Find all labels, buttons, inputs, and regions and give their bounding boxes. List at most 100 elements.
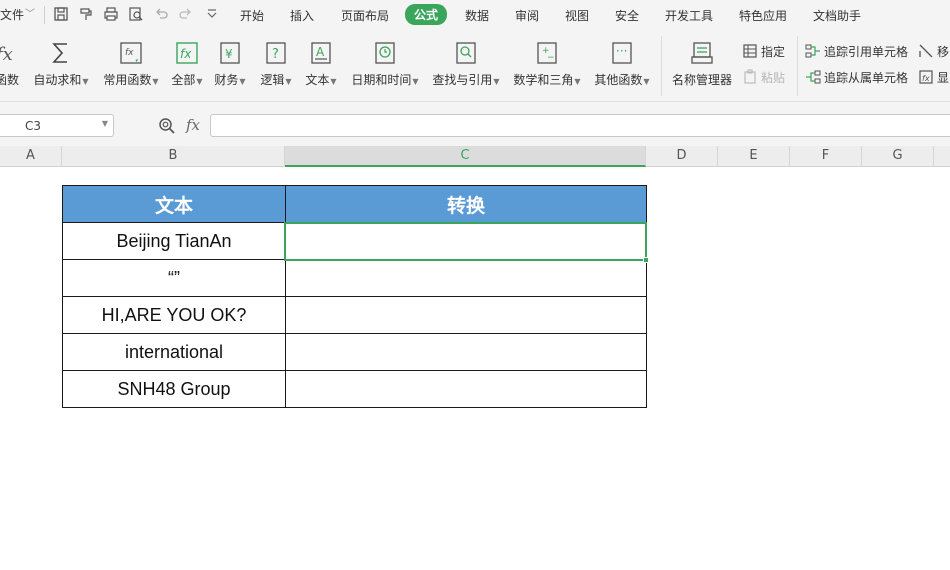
- table-cell[interactable]: [285, 370, 647, 408]
- tab-data[interactable]: 数据: [465, 7, 489, 24]
- more-book-icon: ···: [612, 42, 632, 64]
- undo-icon[interactable]: [153, 6, 169, 22]
- date-time-button[interactable]: 日期和时间▼: [349, 40, 421, 88]
- trace-dependents-icon: [806, 70, 821, 84]
- column-header-b[interactable]: B: [62, 146, 285, 167]
- name-manager-button[interactable]: 名称管理器: [671, 40, 733, 88]
- header-cell-convert[interactable]: 转换: [285, 185, 647, 223]
- table-cell[interactable]: [285, 259, 647, 297]
- column-header-e[interactable]: E: [718, 146, 790, 167]
- table-cell[interactable]: [285, 296, 647, 334]
- all-functions-button[interactable]: fx 全部▼: [170, 40, 204, 88]
- svg-text:A: A: [316, 45, 325, 59]
- column-header-bar: A B C D E F G: [0, 146, 950, 167]
- table-cell[interactable]: [285, 222, 647, 260]
- table-cell[interactable]: [285, 333, 647, 371]
- print-preview-icon[interactable]: [128, 6, 144, 22]
- table-cell[interactable]: HI,ARE YOU OK?: [62, 296, 286, 334]
- text-book-icon: A: [311, 42, 331, 64]
- table-cell[interactable]: Beijing TianAn: [62, 222, 286, 260]
- svg-text:fx: fx: [125, 48, 134, 58]
- svg-text:fx: fx: [0, 44, 13, 65]
- chevron-down-icon[interactable]: ▼: [102, 119, 108, 128]
- math-book-icon: +−: [537, 42, 557, 64]
- data-table: 文本 转换 Beijing TianAn “” HI,ARE YOU OK? i…: [62, 185, 647, 408]
- column-header-d[interactable]: D: [646, 146, 718, 167]
- tab-special-apps[interactable]: 特色应用: [739, 7, 787, 24]
- function-icon: fx: [0, 44, 13, 65]
- table-icon: [743, 44, 757, 58]
- tab-developer[interactable]: 开发工具: [665, 7, 713, 24]
- print-icon[interactable]: [103, 6, 119, 22]
- zoom-search-icon[interactable]: [158, 117, 176, 135]
- table-cell[interactable]: “”: [62, 259, 286, 297]
- remove-arrows-button[interactable]: 移: [918, 43, 949, 60]
- save-icon[interactable]: [53, 6, 69, 22]
- common-functions-button[interactable]: fx 常用函数▼: [100, 40, 162, 88]
- ribbon-divider: [797, 36, 798, 96]
- column-header-f[interactable]: F: [790, 146, 862, 167]
- insert-function-fx[interactable]: fx: [186, 116, 200, 134]
- tab-doc-assistant[interactable]: 文档助手: [813, 7, 861, 24]
- yen-book-icon: ¥: [220, 42, 240, 64]
- sigma-icon: [52, 43, 67, 63]
- column-header-a[interactable]: A: [0, 146, 62, 167]
- math-trig-button[interactable]: + − 数学和三角▼: [511, 40, 583, 88]
- svg-text:−: −: [547, 53, 555, 63]
- tab-review[interactable]: 审阅: [515, 7, 539, 24]
- clipboard-icon: [744, 69, 756, 84]
- tab-formulas[interactable]: 公式: [405, 4, 448, 25]
- trace-precedents-icon: [805, 44, 820, 58]
- menu-file[interactable]: 文件: [0, 6, 24, 23]
- fill-handle[interactable]: [643, 257, 649, 263]
- logical-button[interactable]: ? 逻辑▼: [258, 40, 294, 88]
- show-formulas-icon: fx: [919, 70, 933, 84]
- financial-button[interactable]: ¥ 财务▼: [213, 40, 247, 88]
- format-painter-icon[interactable]: [78, 6, 94, 22]
- header-cell-text[interactable]: 文本: [62, 185, 286, 223]
- table-row: international: [62, 333, 647, 371]
- star-function-icon: fx: [120, 42, 142, 64]
- ribbon-toolbar: fx 函数 自动求和▼ fx 常用函数▼ fx 全部▼ ¥ 财务▼ ? 逻辑▼ …: [0, 30, 950, 102]
- svg-text:?: ?: [272, 47, 279, 62]
- menu-divider: [44, 6, 45, 24]
- column-header-g[interactable]: G: [862, 146, 934, 167]
- clock-book-icon: [375, 42, 395, 64]
- name-manager-icon: [691, 42, 713, 64]
- formula-input[interactable]: [210, 114, 950, 137]
- name-box[interactable]: C3 ▼: [0, 114, 114, 137]
- tab-view[interactable]: 视图: [565, 7, 589, 24]
- table-row: Beijing TianAn: [62, 222, 647, 260]
- search-book-icon: [456, 42, 476, 64]
- tab-insert[interactable]: 插入: [290, 7, 314, 24]
- svg-text:fx: fx: [922, 74, 930, 83]
- function-box-icon: fx: [176, 42, 198, 64]
- tab-security[interactable]: 安全: [615, 7, 639, 24]
- ribbon-divider: [661, 36, 662, 96]
- table-cell[interactable]: international: [62, 333, 286, 371]
- formula-bar: C3 ▼ fx: [0, 102, 950, 146]
- column-header-c[interactable]: C: [285, 146, 646, 167]
- autosum-button[interactable]: 自动求和▼: [32, 40, 90, 88]
- redo-icon[interactable]: [178, 6, 194, 22]
- svg-text:fx: fx: [180, 47, 192, 61]
- table-header-row: 文本 转换: [62, 185, 647, 223]
- tab-page-layout[interactable]: 页面布局: [341, 7, 389, 24]
- customize-toolbar-icon[interactable]: [204, 6, 220, 22]
- paste-button[interactable]: 粘贴: [742, 69, 785, 86]
- table-cell[interactable]: SNH48 Group: [62, 370, 286, 408]
- trace-precedents-button[interactable]: 追踪引用单元格: [805, 43, 908, 60]
- table-row: “”: [62, 259, 647, 297]
- chevron-down-icon[interactable]: ﹀: [25, 5, 35, 20]
- lookup-reference-button[interactable]: 查找与引用▼: [430, 40, 502, 88]
- tab-home[interactable]: 开始: [240, 7, 264, 24]
- insert-function-button[interactable]: fx 函数: [0, 40, 20, 88]
- other-functions-button[interactable]: ··· 其他函数▼: [592, 40, 652, 88]
- text-functions-button[interactable]: A 文本▼: [303, 40, 339, 88]
- trace-dependents-button[interactable]: 追踪从属单元格: [805, 69, 908, 86]
- show-formulas-button[interactable]: fx 显: [918, 69, 949, 86]
- sheet-grid[interactable]: 文本 转换 Beijing TianAn “” HI,ARE YOU OK? i…: [0, 167, 950, 570]
- svg-text:¥: ¥: [225, 47, 233, 61]
- assign-button[interactable]: 指定: [742, 43, 785, 60]
- remove-arrows-icon: [919, 44, 933, 58]
